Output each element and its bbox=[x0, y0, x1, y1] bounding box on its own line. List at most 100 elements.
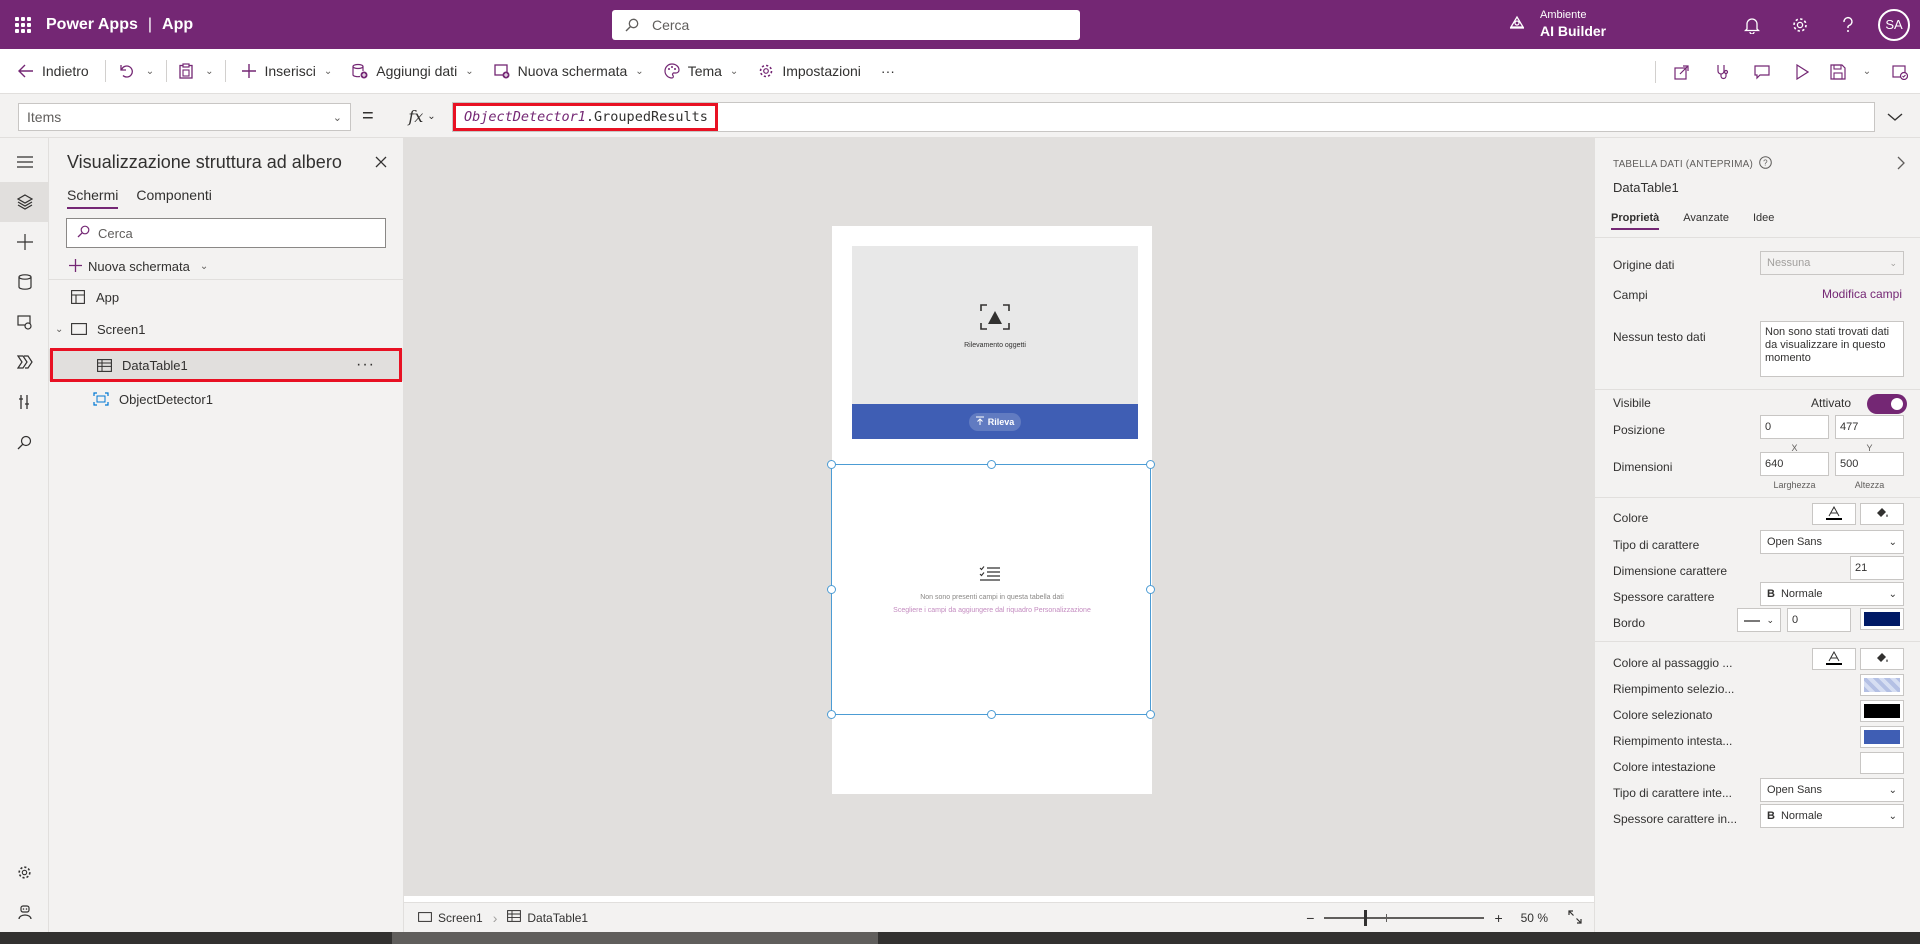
control-name[interactable]: DataTable1 bbox=[1613, 180, 1679, 195]
screen1-preview[interactable]: Rilevamento oggetti Rileva Non sono pres… bbox=[827, 226, 1155, 794]
tab-ideas[interactable]: Idee bbox=[1753, 212, 1774, 230]
design-canvas[interactable]: Rilevamento oggetti Rileva Non sono pres… bbox=[404, 138, 1594, 896]
undo-dropdown[interactable]: ⌄ bbox=[140, 49, 160, 94]
app-checker-icon[interactable] bbox=[1702, 49, 1742, 94]
product-name[interactable]: Power Apps bbox=[46, 16, 138, 34]
tree-item-app[interactable]: App bbox=[49, 281, 403, 313]
header-weight-dropdown[interactable]: B Normale ⌄ bbox=[1760, 804, 1904, 828]
user-avatar[interactable]: SA bbox=[1878, 8, 1910, 41]
tree-view-layers-icon[interactable] bbox=[0, 182, 49, 222]
position-x-input[interactable]: 0 bbox=[1760, 415, 1829, 439]
zoom-in-button[interactable]: + bbox=[1494, 910, 1502, 926]
fill-color-picker[interactable] bbox=[1860, 503, 1904, 525]
settings-gear-icon[interactable] bbox=[0, 852, 49, 892]
breadcrumb-datatable1[interactable]: DataTable1 bbox=[497, 903, 598, 933]
visible-toggle[interactable] bbox=[1867, 394, 1907, 414]
border-color-picker[interactable] bbox=[1860, 608, 1904, 630]
app-launcher-icon[interactable] bbox=[0, 0, 46, 49]
tree-new-screen-button[interactable]: Nuova schermata ⌄ bbox=[69, 256, 208, 277]
insert-button[interactable]: Inserisci ⌄ bbox=[232, 49, 342, 94]
undo-button[interactable] bbox=[112, 49, 140, 94]
notifications-icon[interactable] bbox=[1728, 0, 1776, 49]
object-detector-control[interactable]: Rilevamento oggetti bbox=[852, 246, 1138, 404]
text-color-picker[interactable] bbox=[1812, 503, 1856, 525]
environment-picker[interactable]: Ambiente AI Builder bbox=[1508, 7, 1606, 39]
settings-gear-icon[interactable] bbox=[1776, 0, 1824, 49]
add-data-button[interactable]: Aggiungi dati ⌄ bbox=[342, 49, 483, 94]
back-button[interactable]: Indietro bbox=[0, 49, 99, 94]
close-icon[interactable] bbox=[375, 152, 387, 173]
horizontal-scrollbar[interactable] bbox=[0, 932, 1920, 944]
data-cylinder-icon[interactable] bbox=[0, 262, 49, 302]
data-source-dropdown[interactable]: Nessuna ⌄ bbox=[1760, 251, 1904, 275]
selected-color-picker[interactable] bbox=[1860, 700, 1904, 722]
width-input[interactable]: 640 bbox=[1760, 452, 1829, 476]
expand-formula-chevron-icon[interactable] bbox=[1880, 104, 1910, 130]
selection-fill-picker[interactable] bbox=[1860, 674, 1904, 696]
breadcrumb-screen1[interactable]: Screen1 bbox=[404, 903, 493, 933]
info-icon[interactable]: ? bbox=[1759, 156, 1772, 172]
chevron-right-icon[interactable] bbox=[1896, 156, 1906, 175]
search-icon[interactable] bbox=[0, 422, 49, 462]
media-icon[interactable] bbox=[0, 302, 49, 342]
resize-handle-ne[interactable] bbox=[1146, 460, 1155, 469]
zoom-slider-thumb[interactable] bbox=[1364, 910, 1368, 926]
tree-search-input[interactable]: Cerca bbox=[66, 218, 386, 248]
save-icon[interactable] bbox=[1822, 49, 1854, 94]
header-fill-picker[interactable] bbox=[1860, 726, 1904, 748]
resize-handle-sw[interactable] bbox=[827, 710, 836, 719]
settings-button[interactable]: Impostazioni bbox=[748, 49, 871, 94]
resize-handle-s[interactable] bbox=[987, 710, 996, 719]
power-automate-icon[interactable] bbox=[0, 342, 49, 382]
help-icon[interactable] bbox=[1824, 0, 1872, 49]
font-weight-dropdown[interactable]: B Normale ⌄ bbox=[1760, 582, 1904, 606]
virtual-agent-icon[interactable] bbox=[0, 892, 49, 932]
save-dropdown[interactable]: ⌄ bbox=[1854, 49, 1880, 94]
preview-play-icon[interactable] bbox=[1782, 49, 1822, 94]
tab-advanced[interactable]: Avanzate bbox=[1683, 212, 1729, 230]
tab-properties[interactable]: Proprietà bbox=[1611, 212, 1660, 230]
more-commands-button[interactable]: ··· bbox=[871, 49, 905, 94]
tab-screens[interactable]: Schermi bbox=[67, 187, 119, 209]
hamburger-menu-icon[interactable] bbox=[0, 142, 49, 182]
tree-item-objectdetector1[interactable]: ObjectDetector1 bbox=[49, 383, 403, 415]
insert-plus-icon[interactable] bbox=[0, 222, 49, 262]
paste-dropdown[interactable]: ⌄ bbox=[199, 49, 219, 94]
resize-handle-e[interactable] bbox=[1146, 585, 1155, 594]
resize-handle-n[interactable] bbox=[987, 460, 996, 469]
header-color-picker[interactable] bbox=[1860, 752, 1904, 774]
detect-button[interactable]: Rileva bbox=[852, 404, 1138, 439]
height-input[interactable]: 500 bbox=[1835, 452, 1904, 476]
scrollbar-thumb[interactable] bbox=[392, 932, 878, 944]
paste-button[interactable] bbox=[173, 49, 199, 94]
theme-button[interactable]: Tema ⌄ bbox=[654, 49, 749, 94]
more-options-icon[interactable]: ··· bbox=[356, 356, 375, 374]
tree-item-datatable1[interactable]: DataTable1 ··· bbox=[49, 349, 403, 381]
font-size-input[interactable]: 21 bbox=[1850, 556, 1904, 580]
function-button[interactable]: fx ⌄ bbox=[400, 102, 444, 130]
resize-handle-w[interactable] bbox=[827, 585, 836, 594]
font-dropdown[interactable]: Open Sans ⌄ bbox=[1760, 530, 1904, 554]
resize-handle-nw[interactable] bbox=[827, 460, 836, 469]
comments-icon[interactable] bbox=[1742, 49, 1782, 94]
edit-fields-link[interactable]: Modifica campi bbox=[1822, 287, 1902, 301]
resize-handle-se[interactable] bbox=[1146, 710, 1155, 719]
border-thickness-input[interactable]: 0 bbox=[1787, 608, 1851, 632]
tab-components[interactable]: Componenti bbox=[136, 187, 212, 209]
property-dropdown[interactable]: Items ⌄ bbox=[18, 103, 351, 131]
fit-to-window-icon[interactable] bbox=[1568, 909, 1582, 927]
header-font-dropdown[interactable]: Open Sans ⌄ bbox=[1760, 778, 1904, 802]
advanced-tools-icon[interactable] bbox=[0, 382, 49, 422]
hover-text-color-picker[interactable] bbox=[1812, 648, 1856, 670]
share-icon[interactable] bbox=[1662, 49, 1702, 94]
zoom-out-button[interactable]: − bbox=[1306, 910, 1314, 926]
formula-highlight[interactable]: ObjectDetector1 .GroupedResults bbox=[453, 103, 718, 131]
no-data-text-input[interactable]: Non sono stati trovati dati da visualizz… bbox=[1760, 321, 1904, 377]
tree-item-screen1[interactable]: ⌄ Screen1 bbox=[49, 313, 403, 345]
border-style-dropdown[interactable]: ⌄ bbox=[1737, 608, 1781, 632]
hover-fill-color-picker[interactable] bbox=[1860, 648, 1904, 670]
new-screen-button[interactable]: Nuova schermata ⌄ bbox=[484, 49, 654, 94]
publish-icon[interactable] bbox=[1880, 49, 1920, 94]
global-search-input[interactable]: Cerca bbox=[612, 10, 1080, 40]
position-y-input[interactable]: 477 bbox=[1835, 415, 1904, 439]
